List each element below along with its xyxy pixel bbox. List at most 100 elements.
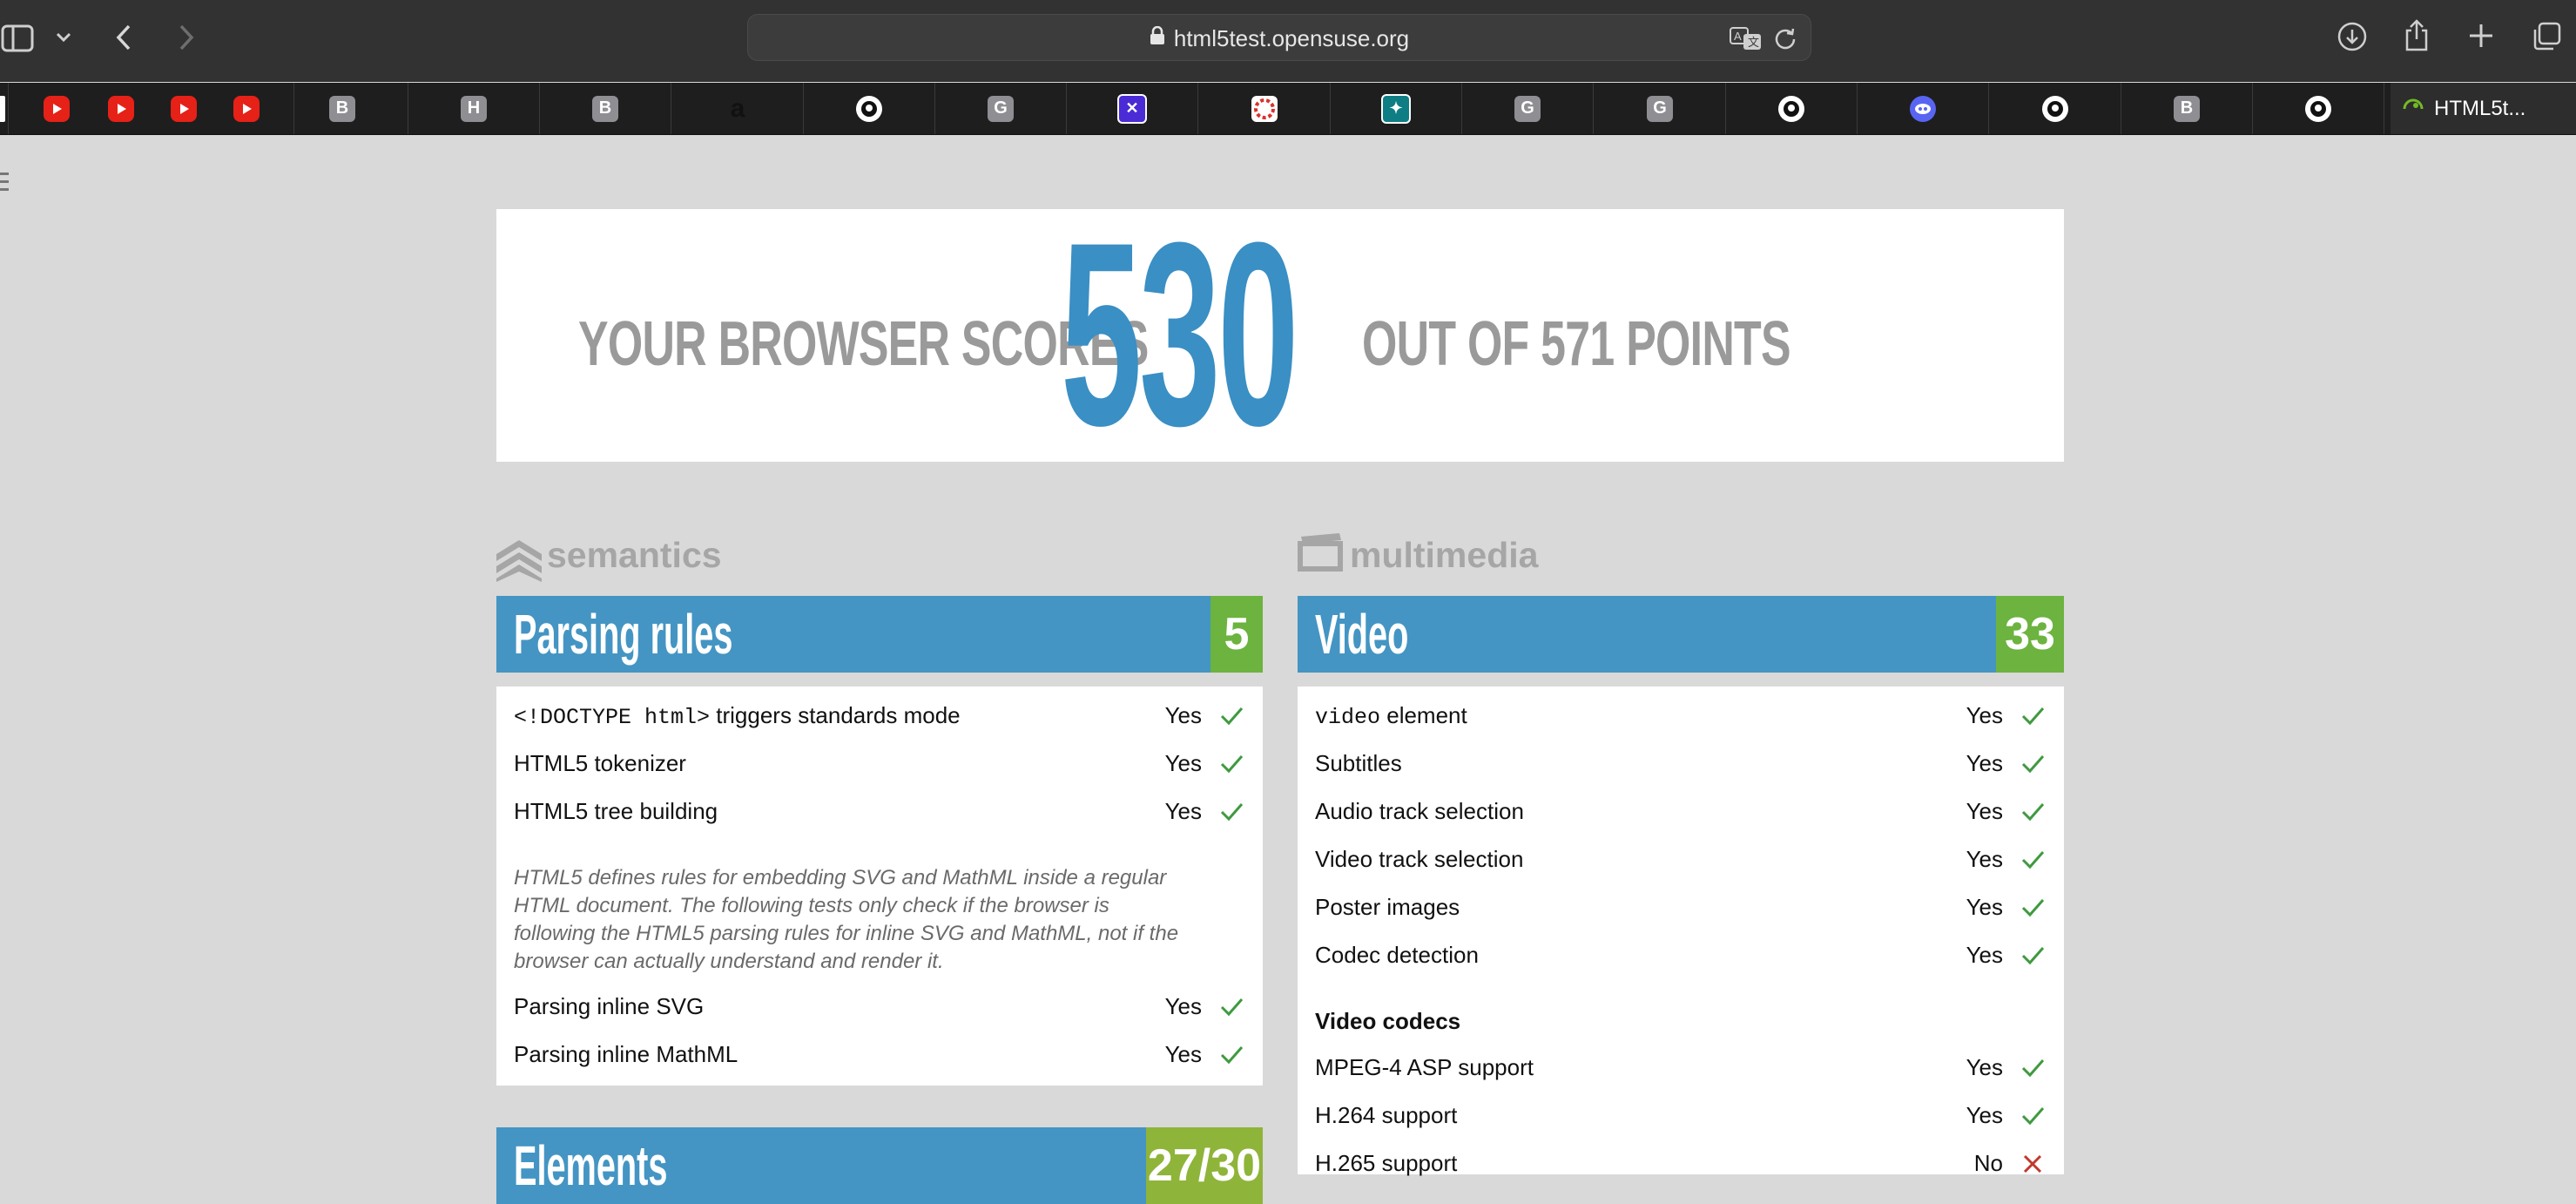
result-row: MPEG-4 ASP support Yes [1298, 1044, 2064, 1092]
result-row: Audio track selection Yes [1298, 788, 2064, 835]
check-icon [2021, 947, 2045, 965]
letter-b-icon: B [329, 95, 355, 122]
section-label-multimedia: multimedia [1350, 535, 1539, 575]
github-icon [856, 95, 882, 122]
tab[interactable] [804, 83, 935, 134]
letter-h-icon: H [461, 95, 487, 122]
result-row: H.265 support No [1298, 1140, 2064, 1187]
elements-header[interactable]: Elements 27/30 [496, 1127, 1263, 1204]
panel-score: 33 [1996, 596, 2064, 673]
tab[interactable]: H [408, 83, 540, 134]
row-label: MPEG-4 ASP support [1315, 1054, 1534, 1080]
video-header[interactable]: Video 33 [1298, 596, 2064, 673]
row-result: Yes [1164, 798, 1202, 824]
tab[interactable]: B [540, 83, 671, 134]
video-codecs-heading: Video codecs [1315, 1008, 1461, 1034]
tab[interactable] [1199, 83, 1331, 134]
discord-icon [1910, 95, 1936, 122]
result-row: Poster images Yes [1298, 883, 2064, 931]
new-tab-icon[interactable] [2466, 21, 2496, 51]
tab[interactable]: G [1595, 83, 1726, 134]
translate-icon[interactable]: A文 [1729, 24, 1763, 53]
row-text: element [1380, 702, 1467, 728]
check-icon [2021, 899, 2045, 917]
address-bar[interactable]: html5test.opensuse.org A文 [747, 14, 1811, 61]
check-icon [1220, 707, 1244, 726]
reload-icon[interactable] [1772, 25, 1798, 51]
row-result: Yes [1164, 702, 1202, 728]
check-icon [2021, 1059, 2045, 1078]
row-result: Yes [1966, 1054, 2003, 1080]
result-row: Subtitles Yes [1298, 740, 2064, 788]
url-text[interactable]: html5test.opensuse.org [748, 15, 1811, 62]
tab[interactable]: G [1462, 83, 1594, 134]
app-icon [1251, 95, 1278, 122]
result-row: Parsing inline SVG Yes [496, 983, 1263, 1031]
result-row: Video track selection Yes [1298, 835, 2064, 883]
tab[interactable] [0, 83, 9, 134]
result-row: Parsing inline MathML Yes [496, 1031, 1263, 1079]
row-label: HTML5 tree building [514, 798, 718, 824]
parsing-rules-header[interactable]: Parsing rules 5 [496, 596, 1263, 673]
forward-icon[interactable] [171, 21, 202, 54]
check-icon [1220, 803, 1244, 822]
tab[interactable]: G [935, 83, 1067, 134]
row-result: Yes [1966, 846, 2003, 872]
tab-active[interactable]: HTML5t... [2391, 83, 2576, 134]
check-icon [2021, 707, 2045, 726]
app-icon: a [730, 93, 745, 123]
row-label: Subtitles [1315, 750, 1402, 776]
share-icon[interactable] [2401, 17, 2432, 52]
chevron-down-icon[interactable] [52, 26, 75, 49]
row-label: H.264 support [1315, 1102, 1458, 1128]
panel-score: 27/30 [1146, 1127, 1263, 1204]
youtube-icon [171, 95, 197, 122]
result-row: HTML5 tokenizer Yes [496, 740, 1263, 788]
row-result: Yes [1966, 702, 2003, 728]
app-icon: ✦ [1381, 93, 1411, 124]
tab-overview-icon[interactable] [2531, 21, 2562, 52]
tab[interactable]: B [277, 83, 408, 134]
app-icon [0, 95, 5, 122]
tab[interactable]: ✦ [1331, 83, 1462, 134]
browser-toolbar: html5test.opensuse.org A文 [0, 0, 2576, 82]
row-label: video element [1315, 692, 1467, 741]
active-tab-label: HTML5t... [2434, 96, 2526, 120]
tab[interactable] [1990, 83, 2121, 134]
download-icon[interactable] [2337, 21, 2368, 52]
letter-b-icon: B [592, 95, 618, 122]
github-icon [1778, 95, 1804, 122]
menu-icon[interactable] [0, 171, 10, 198]
check-icon [2021, 1107, 2045, 1126]
check-icon [2021, 755, 2045, 774]
check-icon [2021, 803, 2045, 822]
cross-icon [2023, 1154, 2042, 1174]
opensuse-icon [2401, 97, 2427, 125]
tab[interactable] [1858, 83, 1989, 134]
code-token: <!DOCTYPE html> [514, 705, 711, 730]
multimedia-icon [1298, 533, 1345, 576]
svg-text:A: A [1734, 30, 1742, 43]
youtube-icon [44, 95, 70, 122]
parsing-rules-body: <!DOCTYPE html> triggers standards mode … [496, 687, 1263, 1086]
tab[interactable]: ✕ [1067, 83, 1198, 134]
tab[interactable] [2253, 83, 2384, 134]
tab[interactable] [1726, 83, 1858, 134]
tab[interactable]: a [672, 83, 804, 134]
row-label: Codec detection [1315, 942, 1479, 968]
panel-score: 5 [1210, 596, 1263, 673]
result-row: video element Yes [1298, 692, 2064, 740]
tab[interactable]: B [2121, 83, 2253, 134]
row-label: Parsing inline SVG [514, 993, 705, 1019]
panel-title: Elements [514, 1134, 668, 1197]
score-value: 530 [1061, 187, 1299, 480]
video-body: video element Yes Subtitles Yes Audio tr… [1298, 687, 2064, 1176]
sidebar-icon[interactable] [0, 23, 35, 54]
row-label: HTML5 tokenizer [514, 750, 686, 776]
back-icon[interactable] [108, 21, 139, 54]
row-label: <!DOCTYPE html> triggers standards mode [514, 692, 961, 741]
app-icon: ✕ [1117, 93, 1147, 124]
lock-icon [1150, 14, 1165, 61]
github-icon [2305, 95, 2331, 122]
panel-title: Video [1315, 603, 1409, 666]
